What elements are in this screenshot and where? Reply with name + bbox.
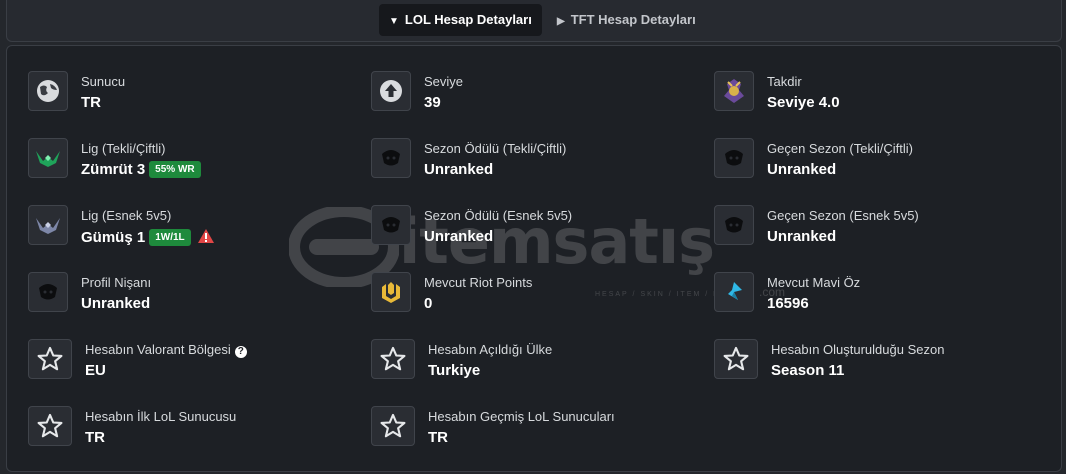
detail-label: Hesabın Valorant Bölgesi?: [85, 342, 247, 358]
detail-first-server: Hesabın İlk LoL Sunucusu TR: [28, 405, 358, 449]
detail-label: Mevcut Riot Points: [424, 275, 533, 290]
detail-value: Zümrüt 3 55% WR: [81, 161, 201, 178]
detail-valorant-region: Hesabın Valorant Bölgesi? EU: [28, 338, 358, 382]
detail-value: Seviye 4.0: [767, 94, 840, 111]
unranked-icon: [371, 205, 411, 245]
detail-value: Unranked: [767, 161, 837, 178]
detail-blue-essence: Mevcut Mavi Öz 16596: [714, 271, 1044, 315]
detail-solo-league: Lig (Tekli/Çiftli) Zümrüt 3 55% WR: [28, 137, 358, 181]
unranked-icon: [714, 138, 754, 178]
account-details-panel: itemsatış HESAP / SKIN / ITEM / E-PIN .c…: [6, 45, 1062, 472]
detail-label: Lig (Esnek 5v5): [81, 208, 172, 223]
detail-level: Seviye 39: [371, 70, 701, 114]
detail-value: 39: [424, 94, 441, 111]
detail-label: Sezon Ödülü (Tekli/Çiftli): [424, 141, 567, 156]
detail-value: TR: [428, 429, 448, 446]
tab-tft-account-details[interactable]: ▶ TFT Hesap Detayları: [547, 4, 706, 36]
globe-icon: [28, 71, 68, 111]
detail-honor: Takdir Seviye 4.0: [714, 70, 1044, 114]
detail-season-reward-flex: Sezon Ödülü (Esnek 5v5) Unranked: [371, 204, 701, 248]
detail-value: Season 11: [771, 362, 845, 379]
detail-label: Lig (Tekli/Çiftli): [81, 141, 166, 156]
tab-label: LOL Hesap Detayları: [404, 12, 532, 27]
detail-label: Profil Nişanı: [81, 275, 152, 290]
tab-lol-account-details[interactable]: ▼ LOL Hesap Detayları: [379, 4, 542, 36]
detail-season-reward-solo: Sezon Ödülü (Tekli/Çiftli) Unranked: [371, 137, 701, 181]
detail-country: Hesabın Açıldığı Ülke Turkiye: [371, 338, 701, 382]
star-icon: [714, 339, 758, 379]
caret-down-icon: ▼: [389, 16, 399, 27]
detail-created-season: Hesabın Oluşturulduğu Sezon Season 11: [714, 338, 1044, 382]
detail-value: Unranked: [81, 295, 151, 312]
star-icon: [28, 339, 72, 379]
detail-label: Hesabın Oluşturulduğu Sezon: [771, 342, 945, 357]
detail-label: Hesabın İlk LoL Sunucusu: [85, 409, 237, 424]
rank-text: Zümrüt 3: [81, 161, 146, 178]
star-icon: [371, 339, 415, 379]
honor-emblem-icon: [714, 71, 754, 111]
detail-label: Geçen Sezon (Esnek 5v5): [767, 208, 919, 223]
detail-label: Sunucu: [81, 74, 126, 89]
emerald-rank-icon: [28, 138, 68, 178]
detail-label: Sezon Ödülü (Esnek 5v5): [424, 208, 573, 223]
detail-label: Takdir: [767, 74, 802, 89]
detail-flex-league: Lig (Esnek 5v5) Gümüş 1 1W/1L: [28, 204, 358, 248]
blue-essence-icon: [714, 272, 754, 312]
help-icon[interactable]: ?: [234, 346, 247, 358]
star-icon: [371, 406, 415, 446]
tab-bar: ▼ LOL Hesap Detayları ▶ TFT Hesap Detaylar…: [6, 0, 1062, 42]
tab-label: TFT Hesap Detayları: [570, 12, 696, 27]
caret-right-icon: ▶: [557, 16, 565, 27]
silver-rank-icon: [28, 205, 68, 245]
detail-value: EU: [85, 362, 106, 379]
rank-text: Gümüş 1: [81, 229, 146, 246]
detail-value: Unranked: [767, 228, 837, 245]
detail-value: TR: [85, 429, 105, 446]
detail-value: 16596: [767, 295, 809, 312]
detail-last-season-flex: Geçen Sezon (Esnek 5v5) Unranked: [714, 204, 1044, 248]
detail-value: Unranked: [424, 161, 494, 178]
detail-value: TR: [81, 94, 101, 111]
detail-value: Unranked: [424, 228, 494, 245]
win-loss-badge: 1W/1L: [149, 229, 191, 246]
unranked-icon: [28, 272, 68, 312]
riot-points-icon: [371, 272, 411, 312]
detail-label: Seviye: [424, 74, 464, 89]
detail-label: Geçen Sezon (Tekli/Çiftli): [767, 141, 913, 156]
detail-value: Gümüş 1 1W/1L: [81, 228, 215, 248]
label-text: Hesabın Valorant Bölgesi: [85, 342, 231, 357]
detail-profile-badge: Profil Nişanı Unranked: [28, 271, 358, 315]
detail-label: Hesabın Geçmiş LoL Sunucuları: [428, 409, 615, 424]
detail-value: Turkiye: [428, 362, 481, 379]
winrate-badge: 55% WR: [149, 161, 201, 178]
star-icon: [28, 406, 72, 446]
detail-server: Sunucu TR: [28, 70, 358, 114]
unranked-icon: [714, 205, 754, 245]
detail-label: Hesabın Açıldığı Ülke: [428, 342, 553, 357]
detail-value: 0: [424, 295, 433, 312]
detail-riot-points: Mevcut Riot Points 0: [371, 271, 701, 315]
detail-past-servers: Hesabın Geçmiş LoL Sunucuları TR: [371, 405, 701, 449]
warning-icon: [197, 228, 215, 248]
detail-last-season-solo: Geçen Sezon (Tekli/Çiftli) Unranked: [714, 137, 1044, 181]
unranked-icon: [371, 138, 411, 178]
level-up-arrow-icon: [371, 71, 411, 111]
detail-label: Mevcut Mavi Öz: [767, 275, 861, 290]
